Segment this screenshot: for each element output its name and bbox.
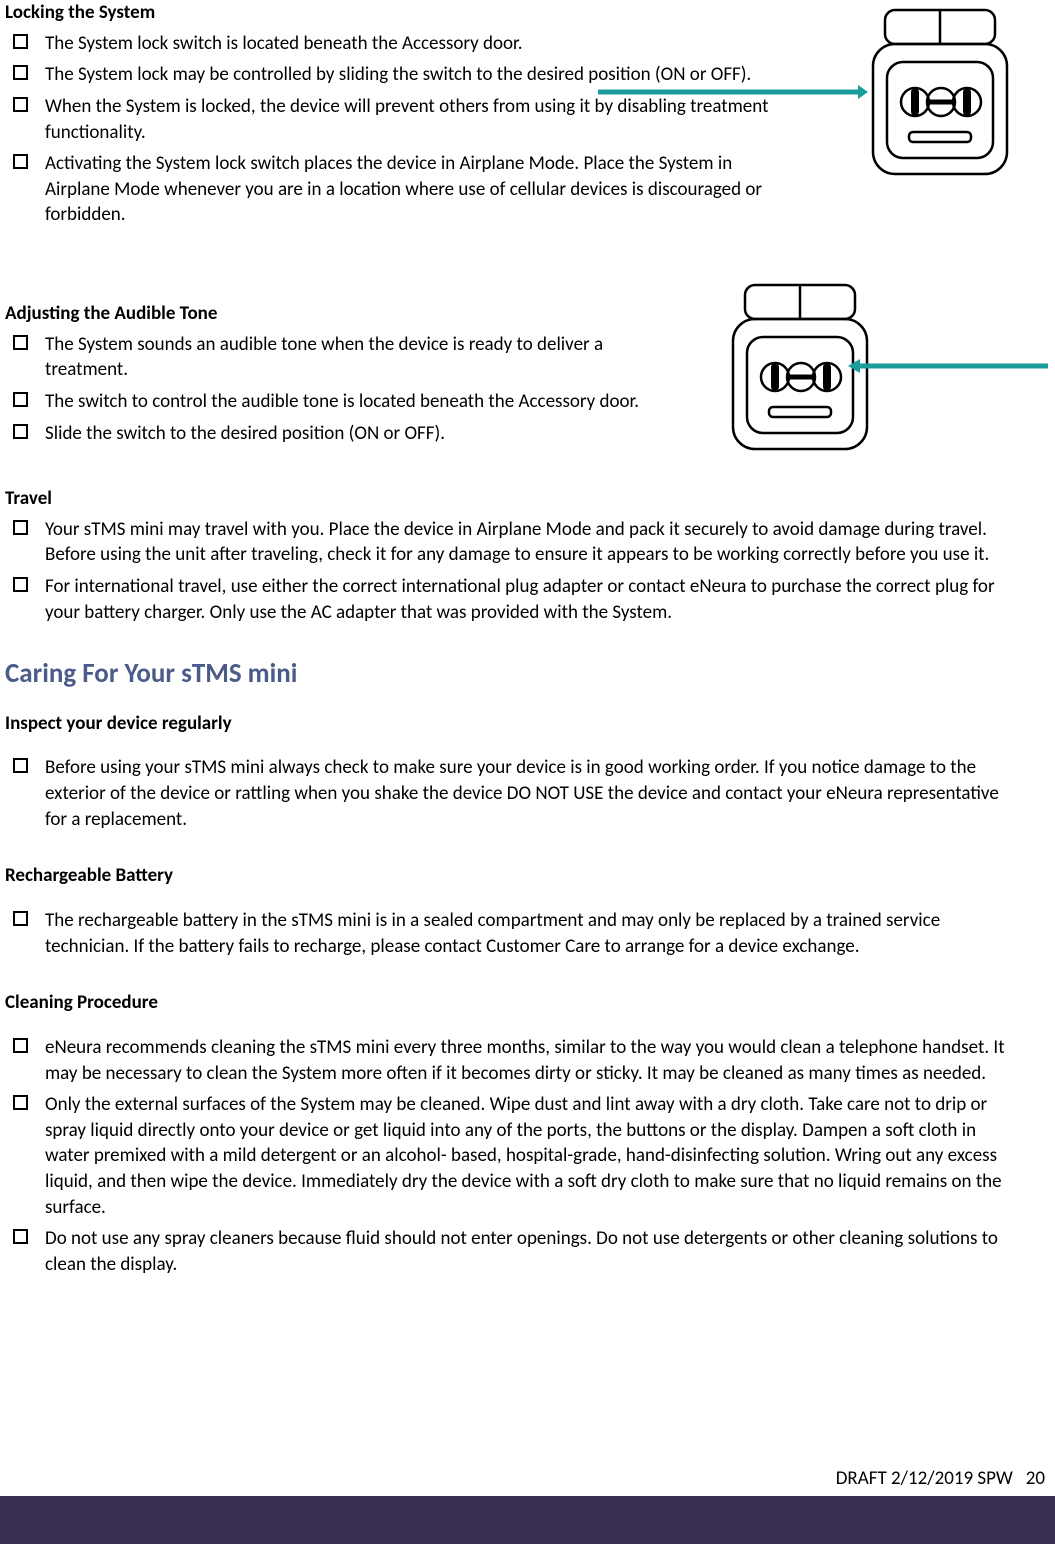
list-item: Before using your sTMS mini always check… bbox=[5, 752, 1015, 835]
heading-cleaning: Cleaning Procedure bbox=[5, 990, 1015, 1016]
heading-caring: Caring For Your sTMS mini bbox=[5, 656, 1015, 692]
list-cleaning: eNeura recommends cleaning the sTMS mini… bbox=[5, 1032, 1015, 1281]
list-audible: The System sounds an audible tone when t… bbox=[5, 329, 1015, 450]
heading-inspect: Inspect your device regularly bbox=[5, 711, 1015, 737]
list-item: Slide the switch to the desired position… bbox=[5, 418, 1015, 450]
list-item-text: Before using your sTMS mini always check… bbox=[45, 756, 999, 830]
list-item: The System sounds an audible tone when t… bbox=[5, 329, 1015, 386]
list-item-text: Activating the System lock switch places… bbox=[45, 151, 775, 228]
list-item-text: Only the external surfaces of the System… bbox=[45, 1093, 1002, 1219]
list-travel: Your sTMS mini may travel with you. Plac… bbox=[5, 514, 1015, 629]
list-item-text: The System lock switch is located beneat… bbox=[45, 31, 775, 57]
list-locking: The System lock switch is located beneat… bbox=[5, 28, 1015, 231]
list-item: The switch to control the audible tone i… bbox=[5, 386, 1015, 418]
list-item: eNeura recommends cleaning the sTMS mini… bbox=[5, 1032, 1015, 1089]
list-item-text: For international travel, use either the… bbox=[45, 575, 995, 624]
list-item: Your sTMS mini may travel with you. Plac… bbox=[5, 514, 1015, 571]
page-number: 20 bbox=[1026, 1467, 1045, 1490]
heading-battery: Rechargeable Battery bbox=[5, 863, 1015, 889]
list-item-text: eNeura recommends cleaning the sTMS mini… bbox=[45, 1036, 1005, 1085]
list-item-text: When the System is locked, the device wi… bbox=[45, 94, 775, 145]
list-item: Only the external surfaces of the System… bbox=[5, 1089, 1015, 1223]
list-item-text: The rechargeable battery in the sTMS min… bbox=[45, 909, 940, 958]
list-battery: The rechargeable battery in the sTMS min… bbox=[5, 905, 1015, 962]
list-item: The System lock switch is located beneat… bbox=[5, 28, 1015, 60]
list-item: Activating the System lock switch places… bbox=[5, 148, 1015, 231]
list-item: For international travel, use either the… bbox=[5, 571, 1015, 628]
list-item-text: Slide the switch to the desired position… bbox=[45, 421, 680, 447]
list-item-text: Your sTMS mini may travel with you. Plac… bbox=[45, 518, 989, 567]
list-item: The System lock may be controlled by sli… bbox=[5, 59, 1015, 91]
list-item-text: The System sounds an audible tone when t… bbox=[45, 332, 680, 383]
footer-text: DRAFT 2/12/2019 SPW bbox=[836, 1467, 1013, 1490]
list-item-text: Do not use any spray cleaners because fl… bbox=[45, 1227, 998, 1276]
list-item-text: The System lock may be controlled by sli… bbox=[45, 62, 775, 88]
footer: DRAFT 2/12/2019 SPW 20 bbox=[836, 1466, 1045, 1492]
footer-bar bbox=[0, 1496, 1055, 1544]
list-item-text: The switch to control the audible tone i… bbox=[45, 389, 680, 415]
list-item: When the System is locked, the device wi… bbox=[5, 91, 1015, 148]
heading-travel: Travel bbox=[5, 486, 1015, 512]
list-inspect: Before using your sTMS mini always check… bbox=[5, 752, 1015, 835]
list-item: The rechargeable battery in the sTMS min… bbox=[5, 905, 1015, 962]
list-item: Do not use any spray cleaners because fl… bbox=[5, 1223, 1015, 1280]
page: Locking the System The System lock switc… bbox=[0, 0, 1055, 1544]
heading-locking: Locking the System bbox=[5, 0, 1015, 26]
